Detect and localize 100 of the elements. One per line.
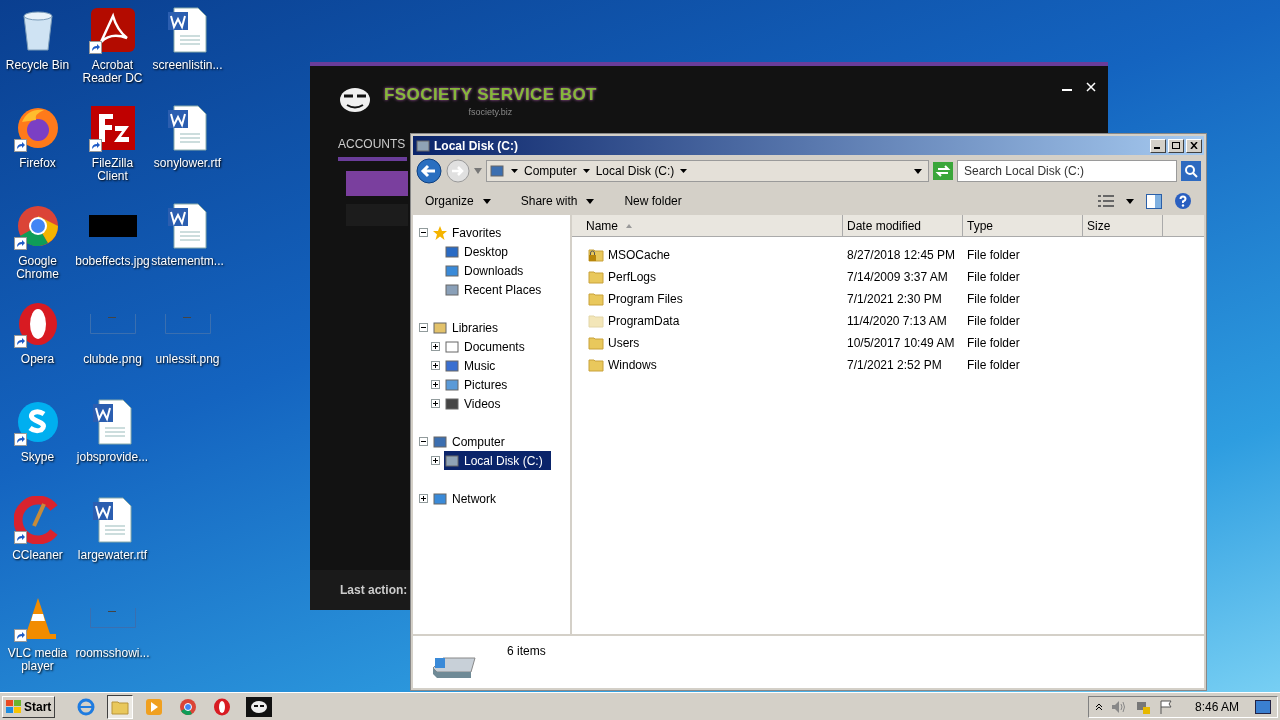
back-button[interactable]	[416, 158, 442, 184]
column-header[interactable]: Type	[963, 215, 1083, 236]
desktop-icon-label[interactable]: clubde.png	[75, 353, 150, 366]
desktop-icon-label[interactable]: Google Chrome	[0, 255, 75, 281]
date-cell-text: 7/1/2021 2:52 PM	[846, 357, 943, 374]
file-name: MSOCache	[608, 247, 671, 264]
collapse-toggle[interactable]	[419, 323, 428, 332]
desktop-icon-label[interactable]: CCleaner	[0, 549, 75, 562]
file-row[interactable]: ProgramData 11/4/2020 7:13 AM File folder	[572, 310, 1204, 332]
desktop-icon-label[interactable]: statementm...	[150, 255, 225, 268]
column-header[interactable]: Name	[572, 215, 843, 236]
expand-toggle[interactable]	[431, 361, 440, 370]
tree-item[interactable]: Computer	[432, 432, 513, 451]
media-player-icon	[145, 697, 164, 716]
minimize-button[interactable]	[1150, 138, 1166, 153]
desktop-icon-label[interactable]: roomsshowi...	[75, 647, 150, 660]
date-cell-text: 10/5/2017 10:49 AM	[846, 335, 956, 352]
column-header[interactable]: Size	[1083, 215, 1163, 236]
flag-icon[interactable]	[1158, 699, 1173, 714]
desktop-icon-label[interactable]: jobsprovide...	[75, 451, 150, 464]
tree-item[interactable]: Libraries	[432, 318, 507, 337]
desktop-icon-label[interactable]: unlessit.png	[150, 353, 225, 366]
caret-icon	[586, 198, 595, 204]
start-button[interactable]: Start	[2, 695, 56, 718]
type-cell-text: File folder	[966, 335, 1021, 352]
file-row[interactable]: MSOCache 8/27/2018 12:45 PM File folder	[572, 244, 1204, 266]
desktop-icon-label[interactable]: sonylower.rtf	[150, 157, 225, 170]
tree-item[interactable]: Downloads	[444, 261, 532, 280]
desktop-icon-label[interactable]: bobeffects.jpg	[75, 255, 150, 268]
tree-item[interactable]: Desktop	[444, 242, 517, 261]
taskbar-app-button[interactable]	[107, 694, 134, 719]
tree-item[interactable]: Network	[432, 489, 504, 508]
date-cell-text: 7/1/2021 2:30 PM	[846, 291, 943, 308]
acrobat-icon	[88, 6, 137, 54]
show-desktop-icon[interactable]	[1255, 699, 1271, 714]
status-label: Last action:	[340, 582, 408, 599]
refresh-button[interactable]	[933, 162, 953, 180]
image-thumbnail-icon	[88, 215, 137, 237]
caret-icon[interactable]	[1126, 198, 1134, 204]
file-row[interactable]: Program Files 7/1/2021 2:30 PM File folder	[572, 288, 1204, 310]
expand-toggle[interactable]	[419, 494, 428, 503]
preview-pane-icon[interactable]	[1146, 193, 1162, 209]
search-icon[interactable]	[1181, 161, 1201, 181]
desktop-icon-label[interactable]: Firefox	[0, 157, 75, 170]
desktop-icon-label[interactable]: largewater.rtf	[75, 549, 150, 562]
toolbar-button[interactable]: Organize	[419, 192, 497, 210]
tree-item[interactable]: Music	[444, 356, 504, 375]
folder-icon	[588, 291, 604, 307]
desktop-icon-label[interactable]: VLC media player	[0, 647, 75, 673]
item-count: 6 items	[507, 643, 546, 660]
help-icon[interactable]	[1174, 192, 1192, 210]
tree-item[interactable]: Pictures	[444, 375, 516, 394]
desktop-icon-label[interactable]: Skype	[0, 451, 75, 464]
file-row[interactable]: PerfLogs 7/14/2009 3:37 AM File folder	[572, 266, 1204, 288]
desktop-icon-label[interactable]: Acrobat Reader DC	[75, 59, 150, 85]
file-row[interactable]: Windows 7/1/2021 2:52 PM File folder	[572, 354, 1204, 376]
maximize-icon	[1172, 142, 1180, 149]
breadcrumb-item[interactable]: Local Disk (C:)	[595, 162, 675, 180]
desktop-icon-label[interactable]: Recycle Bin	[0, 59, 75, 72]
chevron-up-icon[interactable]	[1094, 702, 1103, 711]
tree-item[interactable]: Documents	[444, 337, 533, 356]
address-bar[interactable]: Computer Local Disk (C:)	[486, 160, 929, 182]
expand-toggle[interactable]	[431, 342, 440, 351]
toolbar-button[interactable]: Share with	[514, 192, 601, 210]
type-cell-text: File folder	[966, 313, 1021, 330]
desktop-icon-label[interactable]: Opera	[0, 353, 75, 366]
maximize-button[interactable]	[1168, 138, 1184, 153]
caret-icon[interactable]	[680, 169, 688, 173]
breadcrumb-item[interactable]: Computer	[524, 162, 577, 180]
tree-item[interactable]: Recent Places	[444, 280, 550, 299]
expand-toggle[interactable]	[431, 380, 440, 389]
search-field[interactable]: Search Local Disk (C:)	[957, 160, 1177, 182]
expand-toggle[interactable]	[431, 399, 440, 408]
column-header[interactable]: Date modified	[843, 215, 963, 236]
collapse-toggle[interactable]	[419, 437, 428, 446]
opera-icon	[213, 697, 232, 716]
dropdown-icon[interactable]	[914, 168, 922, 174]
tree-item[interactable]: Local Disk (C:)	[444, 451, 551, 470]
close-button[interactable]	[1186, 138, 1202, 153]
date-cell-text: 11/4/2020 7:13 AM	[846, 313, 948, 330]
history-dropdown-icon[interactable]	[474, 168, 482, 174]
close-icon[interactable]	[1086, 82, 1096, 92]
file-name: ProgramData	[608, 313, 680, 330]
type-cell-text: File folder	[966, 247, 1021, 264]
toolbar-button[interactable]: New folder	[618, 192, 688, 210]
file-row[interactable]: Users 10/5/2017 10:49 AM File folder	[572, 332, 1204, 354]
caret-icon[interactable]	[511, 169, 518, 173]
tree-item[interactable]: Videos	[444, 394, 509, 413]
tree-item[interactable]: Favorites	[432, 223, 510, 242]
view-list-icon[interactable]	[1098, 194, 1114, 208]
caret-icon[interactable]	[582, 169, 590, 173]
desktop-icon-label[interactable]: FileZilla Client	[75, 157, 150, 183]
collapse-toggle[interactable]	[419, 228, 428, 237]
folder-icon	[588, 313, 604, 329]
action-button[interactable]	[346, 170, 408, 196]
desktop-icon-label[interactable]: screenlistin...	[150, 59, 225, 72]
app-title: FSOCIETY SERVICE BOT	[384, 84, 597, 106]
expand-toggle[interactable]	[431, 456, 440, 465]
date-cell-text: 7/14/2009 3:37 AM	[846, 269, 949, 286]
tab[interactable]: ACCOUNTS	[338, 134, 408, 161]
